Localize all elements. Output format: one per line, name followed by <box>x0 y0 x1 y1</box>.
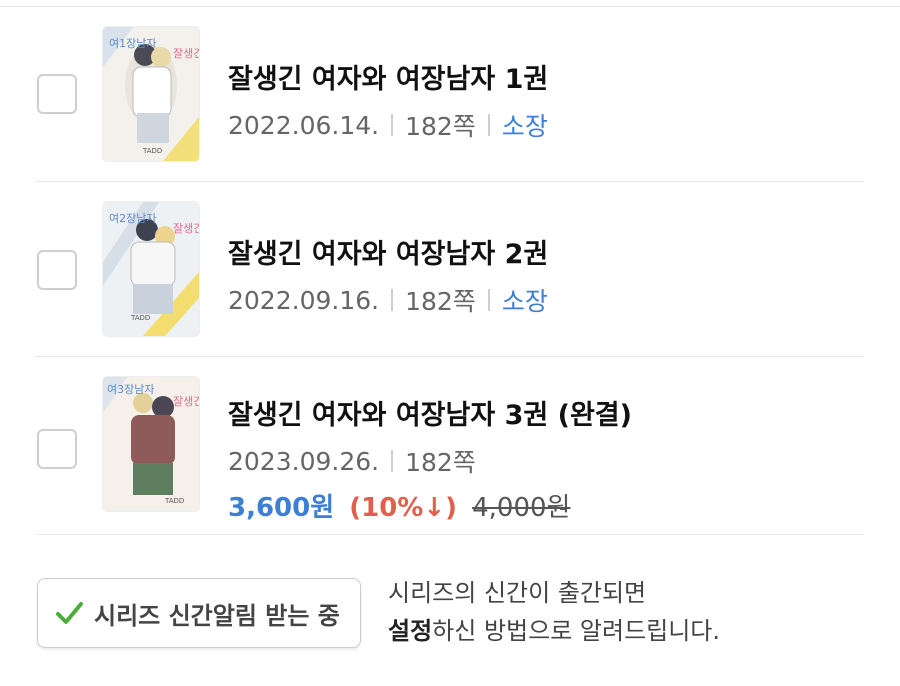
select-checkbox[interactable] <box>37 74 77 114</box>
publish-date: 2022.06.14. <box>228 110 380 140</box>
series-alert-notice: 시리즈의 신간이 출간되면 설정하신 방법으로 알려드립니다. <box>388 574 720 650</box>
cover-author-text: TADD <box>142 147 162 155</box>
book-title[interactable]: 잘생긴 여자와 여장남자 3권 (완결) <box>228 393 632 432</box>
cover-author-text: TADD <box>164 497 184 505</box>
publish-date: 2023.09.26. <box>228 446 380 476</box>
publish-date: 2022.09.16. <box>228 285 380 315</box>
book-meta: 2023.09.26. 182쪽 <box>228 443 476 479</box>
cover-left-text: 여2장남자 <box>109 212 156 225</box>
page-count: 182쪽 <box>405 448 476 477</box>
list-item: 여3장남자 잘생긴여자 TADD 잘생긴 여자와 여장남자 3권 (완결) 20… <box>0 357 900 535</box>
cover-author-text: TADD <box>130 314 150 322</box>
notice-rest: 하신 방법으로 알려드립니다. <box>432 617 721 645</box>
cover-right-text: 잘생긴여자 <box>173 395 199 408</box>
meta-separator <box>391 450 394 472</box>
select-checkbox[interactable] <box>37 429 77 469</box>
page-count: 182쪽 <box>405 287 476 316</box>
list-item: 여1장남자 잘생긴여자 TADD 잘생긴 여자와 여장남자 1권 2022.06… <box>0 7 900 182</box>
notice-line-2: 설정하신 방법으로 알려드립니다. <box>388 612 720 650</box>
check-icon <box>54 598 84 628</box>
series-alert-button[interactable]: 시리즈 신간알림 받는 중 <box>37 578 361 648</box>
cover-right-text: 잘생긴여자 <box>173 222 199 235</box>
owned-status-link[interactable]: 소장 <box>502 282 548 318</box>
price-line: 3,600원 (10%↓) 4,000원 <box>228 487 570 524</box>
meta-separator <box>391 289 394 311</box>
row-divider <box>36 534 864 535</box>
notice-line-1: 시리즈의 신간이 출간되면 <box>388 579 647 607</box>
select-checkbox[interactable] <box>37 250 77 290</box>
book-cover-image[interactable]: 여2장남자 잘생긴여자 TADD <box>103 202 199 336</box>
sale-price: 3,600원 <box>228 493 335 523</box>
cover-right-text: 잘생긴여자 <box>173 47 199 60</box>
meta-separator <box>487 114 490 136</box>
book-meta: 2022.06.14. 182쪽 소장 <box>228 107 548 143</box>
meta-separator <box>391 114 394 136</box>
cover-left-text: 여1장남자 <box>109 37 156 50</box>
meta-separator <box>487 289 490 311</box>
volume-list: 여1장남자 잘생긴여자 TADD 잘생긴 여자와 여장남자 1권 2022.06… <box>0 7 900 535</box>
original-price: 4,000원 <box>472 493 571 523</box>
owned-status-link[interactable]: 소장 <box>502 107 548 143</box>
book-meta: 2022.09.16. 182쪽 소장 <box>228 282 548 318</box>
list-item: 여2장남자 잘생긴여자 TADD 잘생긴 여자와 여장남자 2권 2022.09… <box>0 182 900 357</box>
notice-settings-word: 설정 <box>388 617 433 645</box>
book-title[interactable]: 잘생긴 여자와 여장남자 1권 <box>228 57 548 96</box>
page-count: 182쪽 <box>405 112 476 141</box>
book-cover-image[interactable]: 여3장남자 잘생긴여자 TADD <box>103 377 199 511</box>
book-title[interactable]: 잘생긴 여자와 여장남자 2권 <box>228 232 548 271</box>
cover-left-text: 여3장남자 <box>107 383 154 396</box>
discount-rate: (10%↓) <box>349 493 458 523</box>
book-cover-image[interactable]: 여1장남자 잘생긴여자 TADD <box>103 27 199 161</box>
series-alert-label: 시리즈 신간알림 받는 중 <box>94 601 340 630</box>
